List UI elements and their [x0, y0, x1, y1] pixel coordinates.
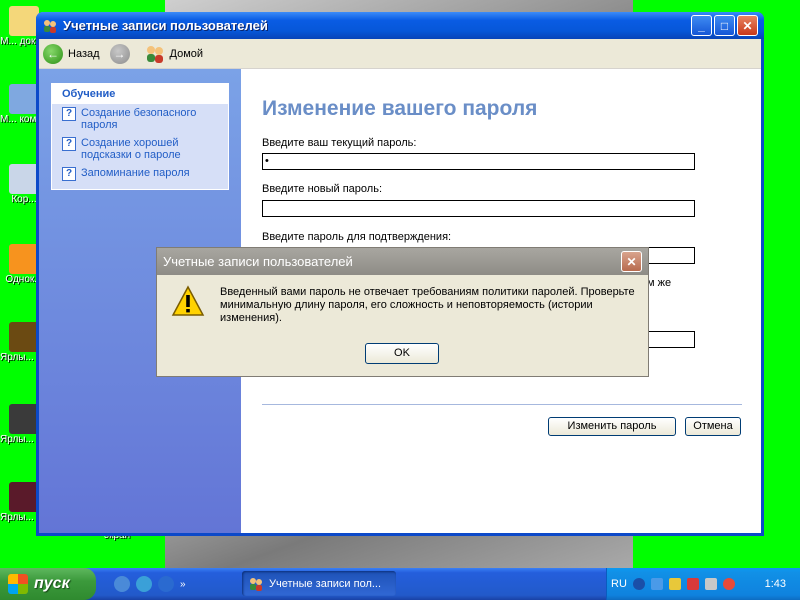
start-button[interactable]: пуск	[0, 568, 96, 600]
start-label: пуск	[34, 575, 70, 592]
browser-icon[interactable]	[136, 576, 152, 592]
close-icon: ✕	[626, 254, 637, 269]
alert-icon[interactable]	[722, 578, 735, 590]
hint-label-fragment: м же	[647, 277, 672, 289]
sidebar-item-label: Создание хорошей подсказки о пароле	[81, 137, 181, 161]
ok-button[interactable]: OK	[365, 343, 439, 364]
learn-heading: Обучение	[52, 84, 228, 104]
home-users-icon	[146, 45, 163, 63]
recycle-bin-icon	[9, 164, 39, 194]
taskbar-item-user-accounts[interactable]: Учетные записи пол...	[242, 571, 396, 596]
sidebar-item-password-hint[interactable]: ? Создание хорошей подсказки о пароле	[52, 134, 228, 164]
new-password-label: Введите новый пароль:	[262, 183, 383, 195]
window-title: Учетные записи пользователей	[63, 18, 268, 33]
maximize-icon: □	[720, 18, 729, 33]
antivirus-icon[interactable]	[686, 578, 699, 590]
password-policy-dialog: Учетные записи пользователей ✕ Введенный…	[156, 247, 649, 377]
windows-logo-icon	[8, 574, 28, 594]
help-icon: ?	[62, 167, 76, 181]
dialog-title-bar[interactable]: Учетные записи пользователей ✕	[157, 248, 648, 275]
sidebar-item-secure-password[interactable]: ? Создание безопасного пароля	[52, 104, 228, 134]
maximize-button[interactable]: □	[714, 15, 735, 36]
home-label: Домой	[169, 47, 204, 60]
folder-icon	[9, 6, 39, 36]
shortcut-icon	[9, 322, 39, 352]
show-desktop-icon[interactable]	[114, 576, 130, 592]
confirm-password-label: Введите пароль для подтверждения:	[262, 231, 452, 243]
forward-button[interactable]: →	[109, 43, 135, 64]
forward-arrow-icon: →	[109, 43, 130, 64]
shortcut-icon	[9, 482, 39, 512]
tray-app-icon[interactable]	[704, 578, 717, 590]
back-label: Назад	[68, 47, 100, 60]
new-password-field[interactable]	[262, 200, 695, 217]
quick-launch: »	[114, 576, 224, 592]
computer-icon	[9, 84, 39, 114]
back-arrow-icon: ←	[43, 43, 63, 64]
dialog-message: Введенный вами пароль не отвечает требов…	[220, 286, 635, 324]
network-icon[interactable]	[650, 578, 663, 590]
current-password-field[interactable]: •	[262, 153, 695, 170]
shortcut-icon	[9, 404, 39, 434]
users-icon	[44, 19, 56, 33]
dialog-close-button[interactable]: ✕	[621, 251, 642, 272]
home-button[interactable]: Домой	[145, 44, 204, 64]
sidebar-item-label: Создание безопасного пароля	[81, 107, 197, 131]
navigation-bar: ← Назад → Домой	[39, 39, 761, 69]
minimize-icon: _	[698, 18, 705, 33]
sidebar-item-label: Запоминание пароля	[81, 167, 190, 179]
taskbar: пуск » Учетные записи пол... RU 1:43	[0, 568, 800, 600]
close-icon: ✕	[742, 18, 753, 33]
divider	[262, 404, 742, 405]
internet-explorer-icon[interactable]	[158, 576, 174, 592]
warning-icon	[171, 285, 205, 316]
quick-launch-expand-icon[interactable]: »	[180, 579, 186, 590]
tray-expand-icon[interactable]	[632, 578, 645, 590]
taskbar-item-label: Учетные записи пол...	[269, 577, 382, 590]
minimize-button[interactable]: _	[691, 15, 712, 36]
cancel-button[interactable]: Отмена	[685, 417, 741, 436]
system-tray: RU 1:43	[606, 568, 800, 600]
change-password-button[interactable]: Изменить пароль	[548, 417, 676, 436]
page-title: Изменение вашего пароля	[262, 97, 538, 120]
dialog-title: Учетные записи пользователей	[163, 254, 353, 269]
odnoklassniki-icon	[9, 244, 39, 274]
back-button[interactable]: ← Назад	[43, 43, 100, 64]
language-indicator[interactable]: RU	[611, 578, 627, 590]
sidebar-item-remember-password[interactable]: ? Запоминание пароля	[52, 164, 228, 189]
close-button[interactable]: ✕	[737, 15, 758, 36]
clock: 1:43	[764, 578, 786, 590]
current-password-label: Введите ваш текущий пароль:	[262, 137, 417, 149]
security-icon[interactable]	[668, 578, 681, 590]
learn-about-box: Обучение ? Создание безопасного пароля ?…	[51, 83, 229, 190]
help-icon: ?	[62, 137, 76, 151]
users-icon	[250, 577, 262, 591]
help-icon: ?	[62, 107, 76, 121]
title-bar[interactable]: Учетные записи пользователей _ □ ✕	[36, 12, 764, 39]
